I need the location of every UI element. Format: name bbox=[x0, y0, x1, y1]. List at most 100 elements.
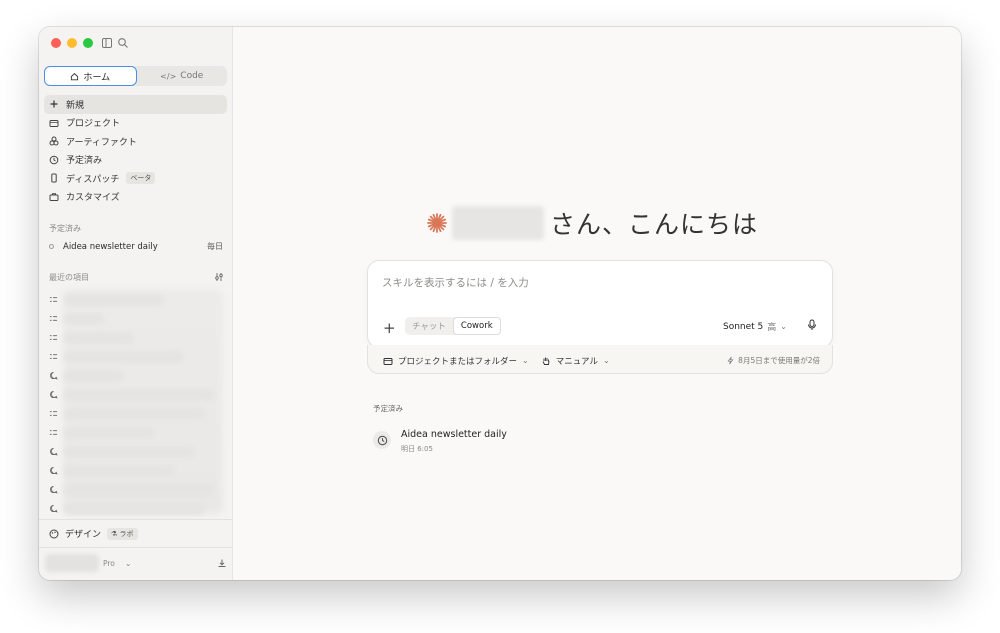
search-icon[interactable] bbox=[117, 37, 129, 49]
sidebar-item-label: アーティファクト bbox=[66, 137, 137, 148]
sidebar-item-projects[interactable]: プロジェクト bbox=[44, 114, 227, 133]
task-list-icon bbox=[49, 411, 58, 416]
task-list-icon bbox=[49, 335, 58, 340]
hand-icon bbox=[542, 357, 550, 365]
model-name: Sonnet 5 bbox=[723, 321, 764, 332]
scheduled-section-title: 予定済み bbox=[373, 404, 403, 413]
main-content: さん、こんにちは スキルを表示するには / を入力 + チャット Cowork … bbox=[233, 27, 961, 580]
add-attachment-button[interactable]: + bbox=[383, 319, 396, 337]
tab-home-label: ホーム bbox=[83, 72, 111, 83]
sidebar-item-scheduled[interactable]: 予定済み bbox=[44, 151, 227, 170]
tab-code-label: Code bbox=[180, 71, 204, 81]
usage-text: 8月5日まで使用量が2倍 bbox=[738, 356, 820, 365]
microphone-icon[interactable] bbox=[806, 319, 818, 331]
sidebar-nav: 新規 プロジェクト アーティファクト 予定済み ディスパッチ ベータ カスタマイ… bbox=[44, 95, 227, 206]
tab-home[interactable]: ホーム bbox=[44, 66, 137, 86]
sidebar-scheduled-task[interactable]: Aidea newsletter daily 毎日 bbox=[49, 241, 223, 252]
sidebar-item-label: ディスパッチ bbox=[66, 174, 120, 185]
sidebar-item-label: プロジェクト bbox=[66, 119, 121, 130]
mode-switch: チャット Cowork bbox=[405, 317, 501, 335]
list-item[interactable] bbox=[49, 290, 224, 309]
divider bbox=[39, 547, 233, 548]
phone-icon bbox=[51, 173, 57, 183]
beta-badge: ベータ bbox=[126, 172, 156, 185]
user-name-blurred bbox=[452, 206, 544, 240]
zoom-window-button[interactable] bbox=[83, 38, 93, 48]
account-footer[interactable]: Pro ⌄ bbox=[45, 554, 227, 572]
app-window: ホーム </> Code 新規 プロジェクト アーティファクト 予定済み ディス… bbox=[39, 27, 961, 580]
list-item[interactable] bbox=[49, 347, 224, 366]
sidebar-item-label: カスタマイズ bbox=[66, 193, 120, 204]
claude-spark-icon bbox=[427, 213, 447, 233]
flask-icon: ⚗ bbox=[111, 529, 118, 538]
sidebar-item-customize[interactable]: カスタマイズ bbox=[44, 188, 227, 207]
chat-bubble-icon bbox=[50, 485, 58, 494]
list-item[interactable] bbox=[49, 442, 224, 461]
sidebar-item-design[interactable]: デザイン ⚗ ラボ bbox=[49, 527, 138, 540]
chevron-down-icon: ⌄ bbox=[522, 356, 529, 365]
list-item[interactable] bbox=[49, 309, 224, 328]
model-selector[interactable]: Sonnet 5 高 ⌄ bbox=[723, 320, 787, 334]
recent-items-list bbox=[49, 290, 224, 518]
greeting-text: さん、こんにちは bbox=[550, 210, 759, 239]
sidebar-item-dispatch[interactable]: ディスパッチ ベータ bbox=[44, 169, 227, 188]
chevron-down-icon[interactable]: ⌄ bbox=[125, 559, 132, 568]
clock-icon bbox=[373, 431, 391, 449]
list-item[interactable] bbox=[49, 499, 224, 518]
filter-icon[interactable] bbox=[214, 272, 224, 282]
status-dot-icon bbox=[49, 244, 54, 249]
bolt-icon bbox=[727, 356, 734, 365]
list-item[interactable] bbox=[49, 404, 224, 423]
mode-chat-button[interactable]: チャット bbox=[405, 317, 453, 335]
composer: スキルを表示するには / を入力 + チャット Cowork Sonnet 5 … bbox=[367, 260, 833, 348]
scheduled-task-card[interactable]: Aidea newsletter daily 明日 6:05 bbox=[373, 429, 507, 454]
scheduled-task-frequency: 毎日 bbox=[207, 242, 223, 251]
chevron-down-icon: ⌄ bbox=[602, 356, 610, 365]
list-item[interactable] bbox=[49, 461, 224, 480]
effort-level: 高 bbox=[767, 323, 777, 333]
sidebar-item-artifacts[interactable]: アーティファクト bbox=[44, 132, 227, 151]
mode-cowork-button[interactable]: Cowork bbox=[452, 317, 501, 335]
project-folder-selector[interactable]: プロジェクトまたはフォルダー ⌄ bbox=[383, 355, 529, 367]
approval-mode-selector[interactable]: マニュアル ⌄ bbox=[541, 355, 610, 367]
tab-code[interactable]: </> Code bbox=[137, 66, 228, 86]
prompt-input[interactable]: スキルを表示するには / を入力 bbox=[382, 275, 529, 290]
download-icon[interactable] bbox=[217, 558, 227, 568]
approval-mode-label: マニュアル bbox=[555, 356, 598, 367]
task-list-icon bbox=[49, 430, 58, 435]
list-item[interactable] bbox=[49, 366, 224, 385]
sidebar-item-new[interactable]: 新規 bbox=[44, 95, 227, 114]
briefcase-icon bbox=[49, 193, 59, 201]
chat-bubble-icon bbox=[50, 466, 58, 475]
greeting: さん、こんにちは bbox=[426, 205, 758, 241]
scheduled-task-time: 明日 6:05 bbox=[401, 445, 433, 453]
folder-icon bbox=[49, 119, 59, 127]
titlebar bbox=[51, 37, 128, 49]
task-list-icon bbox=[49, 316, 58, 321]
list-item[interactable] bbox=[49, 385, 224, 404]
chat-bubble-icon bbox=[50, 447, 58, 456]
divider bbox=[39, 519, 233, 520]
recent-section-label: 最近の項目 bbox=[49, 273, 89, 282]
minimize-window-button[interactable] bbox=[67, 38, 77, 48]
folder-icon bbox=[383, 357, 393, 365]
scheduled-section-label: 予定済み bbox=[49, 224, 81, 233]
clock-icon bbox=[49, 155, 59, 165]
scheduled-task-label: Aidea newsletter daily bbox=[63, 241, 158, 252]
sidebar-toggle-icon[interactable] bbox=[101, 37, 113, 49]
chat-bubble-icon bbox=[50, 390, 58, 399]
chevron-down-icon: ⌄ bbox=[780, 322, 787, 331]
list-item[interactable] bbox=[49, 480, 224, 499]
task-list-icon bbox=[49, 354, 58, 359]
list-item[interactable] bbox=[49, 328, 224, 347]
close-window-button[interactable] bbox=[51, 38, 61, 48]
artifacts-icon bbox=[49, 136, 59, 146]
list-item[interactable] bbox=[49, 423, 224, 442]
chat-bubble-icon bbox=[50, 371, 58, 380]
scheduled-task-title: Aidea newsletter daily bbox=[401, 429, 507, 440]
home-icon bbox=[71, 72, 79, 80]
sidebar-item-label: 予定済み bbox=[66, 156, 103, 167]
home-code-toggle: ホーム </> Code bbox=[44, 66, 227, 86]
lab-badge-label: ラボ bbox=[119, 529, 134, 538]
sidebar-item-label: 新規 bbox=[66, 100, 85, 111]
